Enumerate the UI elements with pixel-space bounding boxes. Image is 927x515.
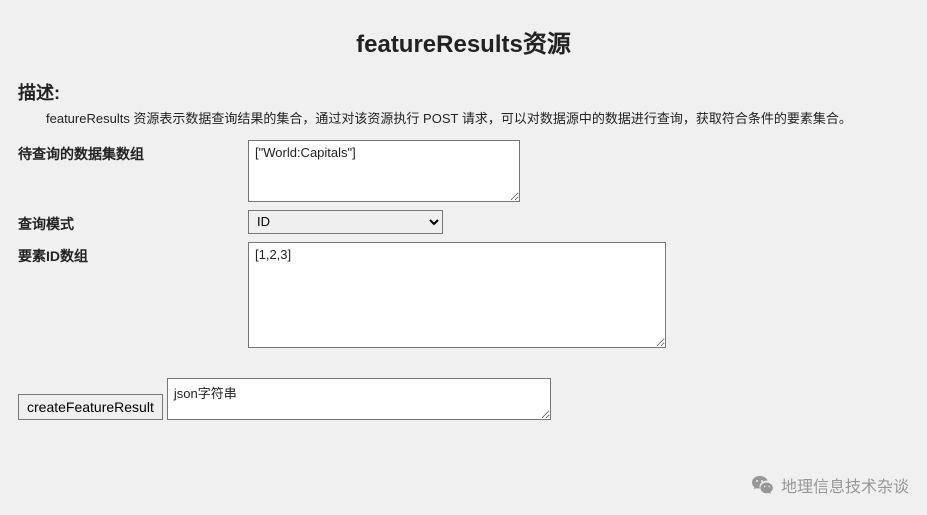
description-text: featureResults 资源表示数据查询结果的集合，通过对该资源执行 PO…: [46, 109, 909, 130]
page-title: featureResults资源: [0, 0, 927, 79]
create-feature-result-button[interactable]: createFeatureResult: [18, 394, 163, 420]
label-query-mode: 查询模式: [18, 210, 248, 234]
input-datasets[interactable]: [248, 140, 520, 202]
select-query-mode[interactable]: ID: [248, 210, 443, 234]
row-query-mode: 查询模式 ID: [18, 210, 909, 234]
row-submit: createFeatureResult: [18, 378, 909, 420]
label-datasets: 待查询的数据集数组: [18, 140, 248, 164]
row-ids: 要素ID数组: [18, 242, 909, 348]
watermark: 地理信息技术杂谈: [751, 473, 909, 497]
input-json[interactable]: [167, 378, 551, 420]
row-datasets: 待查询的数据集数组: [18, 140, 909, 202]
label-ids: 要素ID数组: [18, 242, 248, 266]
description-label: 描述:: [18, 79, 909, 105]
wechat-icon: [751, 473, 775, 497]
content-area: 描述: featureResults 资源表示数据查询结果的集合，通过对该资源执…: [0, 79, 927, 420]
watermark-text: 地理信息技术杂谈: [781, 473, 909, 497]
input-ids[interactable]: [248, 242, 666, 348]
